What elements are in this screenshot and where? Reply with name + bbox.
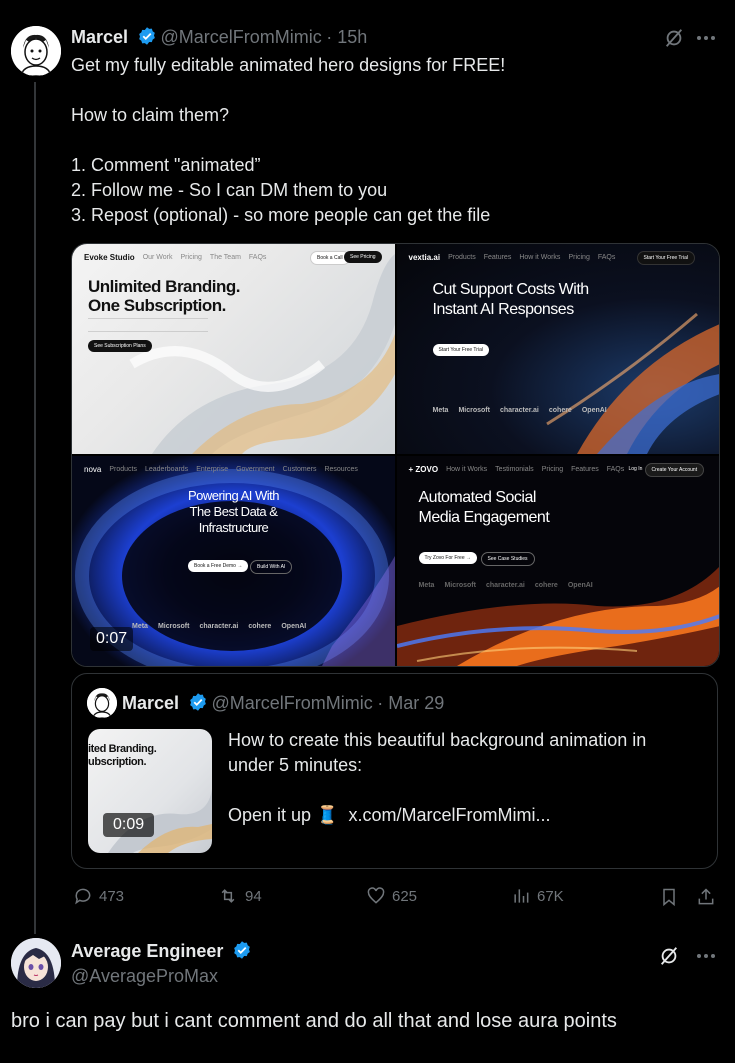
views-button[interactable]: 67K bbox=[511, 886, 564, 906]
quote-text-line: Open it up 🧵 x.com/MarcelFromMimi... bbox=[228, 805, 551, 825]
verified-badge-icon bbox=[188, 692, 208, 712]
author-name[interactable]: Marcel bbox=[71, 27, 128, 47]
more-options-icon[interactable] bbox=[696, 35, 716, 41]
tile-cta: See Case Studies bbox=[480, 552, 535, 566]
media-tile-evoke: Evoke Studio Our Work Pricing The Team FAQs … bbox=[72, 244, 395, 454]
media-tile-zovo: + ZOVO How it Works Testimonials Pricing Fea… bbox=[396, 456, 719, 666]
verified-badge-icon bbox=[232, 940, 252, 960]
verified-badge-icon bbox=[137, 26, 157, 46]
tile-brand: Evoke Studio bbox=[84, 252, 135, 262]
tile-logo-row: Meta Microsoft character.ai cohere OpenA… bbox=[419, 582, 593, 589]
tile-brand: nova bbox=[84, 464, 102, 474]
repost-count: 94 bbox=[245, 887, 262, 905]
logo-openai: OpenAI bbox=[281, 623, 307, 630]
reply-header: Average Engineer bbox=[71, 940, 256, 962]
quote-author-name: Marcel bbox=[122, 693, 180, 713]
tile-cta: Book a Free Demo → bbox=[188, 560, 249, 572]
tile-headline: Powering AI With The Best Data & Infrast… bbox=[188, 488, 280, 535]
tile-cta: Try Zovo For Free → bbox=[418, 552, 477, 564]
tile-cta: See Subscription Plans bbox=[88, 340, 152, 352]
logo-meta: Meta bbox=[418, 582, 435, 589]
bookmark-icon bbox=[663, 888, 675, 907]
author-handle[interactable]: @MarcelFromMimic bbox=[161, 27, 322, 47]
tile-headline: Unlimited Branding. One Subscription. bbox=[88, 277, 241, 315]
logo-cohere: cohere bbox=[548, 407, 572, 414]
share-icon bbox=[698, 888, 714, 905]
tile-cta: Build With AI bbox=[250, 560, 293, 574]
tweet-action-bar: 473 94 625 67K bbox=[71, 886, 721, 910]
tile-button: Start Your Free Trial bbox=[636, 251, 695, 265]
logo-microsoft: Microsoft bbox=[157, 623, 190, 630]
tile-subtext bbox=[88, 318, 208, 332]
repost-button[interactable]: 94 bbox=[217, 886, 262, 906]
logo-openai: OpenAI bbox=[567, 582, 593, 589]
repost-icon bbox=[221, 889, 235, 903]
views-count: 67K bbox=[537, 887, 564, 905]
heart-icon bbox=[367, 887, 385, 904]
logo-character-ai: character.ai bbox=[485, 582, 525, 589]
tile-logo-row: Meta Microsoft character.ai cohere OpenA… bbox=[132, 623, 306, 630]
tile-headline: Cut Support Costs With Instant AI Respon… bbox=[432, 281, 590, 318]
logo-cohere: cohere bbox=[248, 623, 272, 630]
reply-icon bbox=[75, 888, 91, 905]
tile-brand: vextia.ai bbox=[408, 252, 441, 262]
thread-connector-line bbox=[34, 82, 36, 934]
reply-author-avatar[interactable] bbox=[11, 938, 61, 988]
share-button[interactable] bbox=[696, 886, 716, 908]
reply-button[interactable]: 473 bbox=[73, 886, 124, 906]
reply-author-name[interactable]: Average Engineer bbox=[71, 941, 223, 961]
like-count: 625 bbox=[392, 887, 418, 905]
video-duration-badge: 0:07 bbox=[90, 627, 134, 651]
logo-cohere: cohere bbox=[534, 582, 558, 589]
tile-headline: Automated Social Media Engagement bbox=[418, 489, 550, 526]
tile-nav: nova Products Leaderboards Enterprise Govern… bbox=[84, 464, 358, 474]
reply-author-handle[interactable]: @AverageProMax bbox=[71, 966, 218, 987]
like-button[interactable]: 625 bbox=[366, 886, 417, 906]
logo-microsoft: Microsoft bbox=[444, 582, 476, 589]
logo-character-ai: character.ai bbox=[499, 407, 539, 414]
tile-button: Create Your Account bbox=[644, 463, 705, 477]
logo-meta: Meta bbox=[432, 407, 449, 414]
logo-microsoft: Microsoft bbox=[458, 407, 490, 414]
media-tile-vextia: vextia.ai Products Features How it Works Pri… bbox=[396, 244, 719, 454]
quote-thumb-headline: ited Branding. ubscription. bbox=[88, 743, 157, 768]
media-video[interactable]: Evoke Studio Our Work Pricing The Team FAQs … bbox=[71, 243, 720, 667]
logo-meta: Meta bbox=[132, 623, 148, 630]
quote-header: Marcel @MarcelFromMimic · Mar 29 bbox=[122, 692, 444, 714]
tweet-header: Marcel @MarcelFromMimic · 15h bbox=[71, 26, 367, 50]
quote-author-handle: @MarcelFromMimic bbox=[211, 693, 373, 713]
tile-logo-row: Meta Microsoft character.ai cohere OpenA… bbox=[433, 407, 607, 414]
logo-character-ai: character.ai bbox=[199, 623, 239, 630]
quote-thumbnail[interactable]: ited Branding. ubscription. 0:09 bbox=[88, 729, 212, 853]
tile-button: See Pricing bbox=[344, 251, 382, 263]
grok-icon[interactable] bbox=[663, 27, 685, 49]
quote-time: · Mar 29 bbox=[377, 693, 445, 713]
quote-author-avatar bbox=[87, 688, 117, 718]
tweet-time[interactable]: · 15h bbox=[326, 27, 367, 47]
more-options-icon[interactable] bbox=[696, 953, 716, 959]
reply-text: bro i can pay but i cant comment and do … bbox=[11, 1010, 617, 1032]
quote-text-line: How to create this beautiful background … bbox=[228, 730, 647, 750]
tile-brand: + ZOVO bbox=[408, 464, 439, 474]
logo-openai: OpenAI bbox=[581, 407, 607, 414]
author-avatar[interactable] bbox=[11, 26, 61, 76]
quote-text-line: under 5 minutes: bbox=[228, 755, 363, 775]
tile-cta: Start Your Free Trial bbox=[432, 344, 489, 356]
views-icon bbox=[514, 889, 529, 903]
reply-count: 473 bbox=[99, 887, 125, 905]
quote-video-duration-badge: 0:09 bbox=[103, 813, 155, 837]
tweet-text: Get my fully editable animated hero desi… bbox=[71, 55, 506, 225]
grok-icon[interactable] bbox=[658, 945, 680, 967]
bookmark-button[interactable] bbox=[659, 886, 679, 908]
